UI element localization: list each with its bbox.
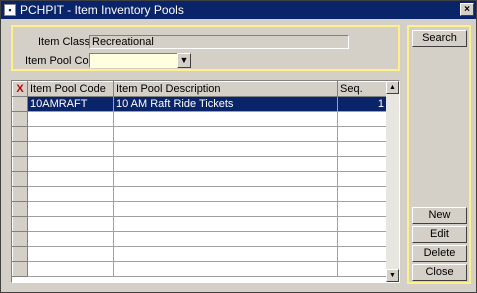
item-pool-code-cell[interactable] — [27, 141, 114, 157]
table-row-empty[interactable] — [12, 246, 387, 262]
item-pool-description-cell[interactable] — [113, 216, 338, 232]
close-icon: × — [464, 4, 470, 15]
item-pool-description-cell[interactable] — [113, 201, 338, 217]
item-pool-code-cell[interactable] — [27, 231, 114, 247]
scroll-up-button[interactable]: ▲ — [386, 81, 399, 94]
close-button[interactable]: Close — [412, 264, 467, 281]
seq-cell[interactable] — [337, 246, 387, 262]
item-pools-table: X Item Pool Code Item Pool Description S… — [12, 81, 387, 277]
row-selector[interactable] — [12, 261, 28, 277]
edit-button-label: Edit — [430, 228, 449, 240]
table-row-empty[interactable] — [12, 111, 387, 127]
item-pool-description-cell[interactable] — [113, 261, 338, 277]
grid-header-row: X Item Pool Code Item Pool Description S… — [12, 81, 387, 97]
new-button-label: New — [428, 209, 451, 221]
edit-button[interactable]: Edit — [412, 226, 467, 243]
item-pool-description-cell[interactable] — [113, 186, 338, 202]
item-pool-code-cell[interactable] — [27, 126, 114, 142]
table-row-empty[interactable] — [12, 141, 387, 157]
item-pool-description-cell[interactable]: 10 AM Raft Ride Tickets — [113, 96, 338, 112]
item-pool-code-cell[interactable]: 10AMRAFT — [27, 96, 114, 112]
item-class-label: Item Class — [38, 36, 90, 48]
table-row-empty[interactable] — [12, 216, 387, 232]
row-selector[interactable] — [12, 216, 28, 232]
row-selector[interactable] — [12, 231, 28, 247]
item-inventory-pools-window: ▪ PCHPIT - Item Inventory Pools × Item C… — [0, 0, 477, 293]
delete-marker-header[interactable]: X — [12, 81, 28, 97]
seq-cell[interactable] — [337, 231, 387, 247]
row-selector[interactable] — [12, 246, 28, 262]
seq-cell[interactable] — [337, 186, 387, 202]
row-selector[interactable] — [12, 96, 28, 112]
row-selector[interactable] — [12, 171, 28, 187]
seq-cell[interactable] — [337, 171, 387, 187]
close-window-button[interactable]: × — [460, 3, 474, 16]
search-button-label: Search — [422, 32, 457, 44]
seq-cell[interactable] — [337, 141, 387, 157]
title-bar: ▪ PCHPIT - Item Inventory Pools × — [1, 1, 476, 19]
seq-cell[interactable] — [337, 216, 387, 232]
row-selector[interactable] — [12, 126, 28, 142]
seq-column-header[interactable]: Seq. — [337, 81, 387, 97]
scroll-down-button[interactable]: ▼ — [386, 269, 399, 282]
table-row-empty[interactable] — [12, 186, 387, 202]
item-pool-description-cell[interactable] — [113, 246, 338, 262]
item-pool-code-cell[interactable] — [27, 111, 114, 127]
item-pool-code-dropdown-button[interactable]: ▼ — [177, 53, 191, 68]
new-button[interactable]: New — [412, 207, 467, 224]
row-selector[interactable] — [12, 186, 28, 202]
seq-cell[interactable] — [337, 111, 387, 127]
seq-cell[interactable] — [337, 156, 387, 172]
seq-cell[interactable] — [337, 261, 387, 277]
item-pool-description-cell[interactable] — [113, 126, 338, 142]
chevron-down-icon: ▼ — [389, 272, 396, 279]
item-pool-code-cell[interactable] — [27, 156, 114, 172]
table-row[interactable]: 10AMRAFT 10 AM Raft Ride Tickets 1 — [12, 96, 387, 112]
item-pool-code-cell[interactable] — [27, 261, 114, 277]
row-selector[interactable] — [12, 141, 28, 157]
item-pool-code-cell[interactable] — [27, 201, 114, 217]
chevron-up-icon: ▲ — [389, 84, 396, 91]
table-row-empty[interactable] — [12, 171, 387, 187]
table-row-empty[interactable] — [12, 156, 387, 172]
chevron-down-icon: ▼ — [179, 55, 189, 65]
vertical-scrollbar[interactable]: ▲ ▼ — [386, 81, 399, 282]
search-criteria-panel: Item Class Recreational Item Pool Code ▼ — [11, 25, 400, 71]
item-pool-description-cell[interactable] — [113, 141, 338, 157]
item-pool-code-column-header[interactable]: Item Pool Code — [27, 81, 114, 97]
item-pools-grid: X Item Pool Code Item Pool Description S… — [11, 80, 400, 283]
item-pool-code-cell[interactable] — [27, 216, 114, 232]
window-title: PCHPIT - Item Inventory Pools — [20, 3, 184, 17]
item-class-field: Recreational — [89, 35, 349, 49]
close-button-label: Close — [425, 266, 454, 278]
search-button[interactable]: Search — [412, 30, 467, 47]
row-selector[interactable] — [12, 156, 28, 172]
item-pool-code-cell[interactable] — [27, 186, 114, 202]
table-row-empty[interactable] — [12, 126, 387, 142]
table-row-empty[interactable] — [12, 201, 387, 217]
item-pool-description-cell[interactable] — [113, 156, 338, 172]
table-row-empty[interactable] — [12, 261, 387, 277]
item-pool-code-cell[interactable] — [27, 171, 114, 187]
row-selector[interactable] — [12, 111, 28, 127]
seq-cell[interactable] — [337, 126, 387, 142]
item-pool-description-cell[interactable] — [113, 231, 338, 247]
item-pool-description-cell[interactable] — [113, 111, 338, 127]
item-pool-code-input[interactable] — [89, 53, 178, 68]
item-pool-description-column-header[interactable]: Item Pool Description — [113, 81, 338, 97]
delete-button[interactable]: Delete — [412, 245, 467, 262]
table-row-empty[interactable] — [12, 231, 387, 247]
item-pool-description-cell[interactable] — [113, 171, 338, 187]
item-pool-code-cell[interactable] — [27, 246, 114, 262]
delete-button-label: Delete — [423, 247, 456, 259]
seq-cell[interactable]: 1 — [337, 96, 387, 112]
seq-cell[interactable] — [337, 201, 387, 217]
app-icon: ▪ — [4, 4, 16, 16]
row-selector[interactable] — [12, 201, 28, 217]
